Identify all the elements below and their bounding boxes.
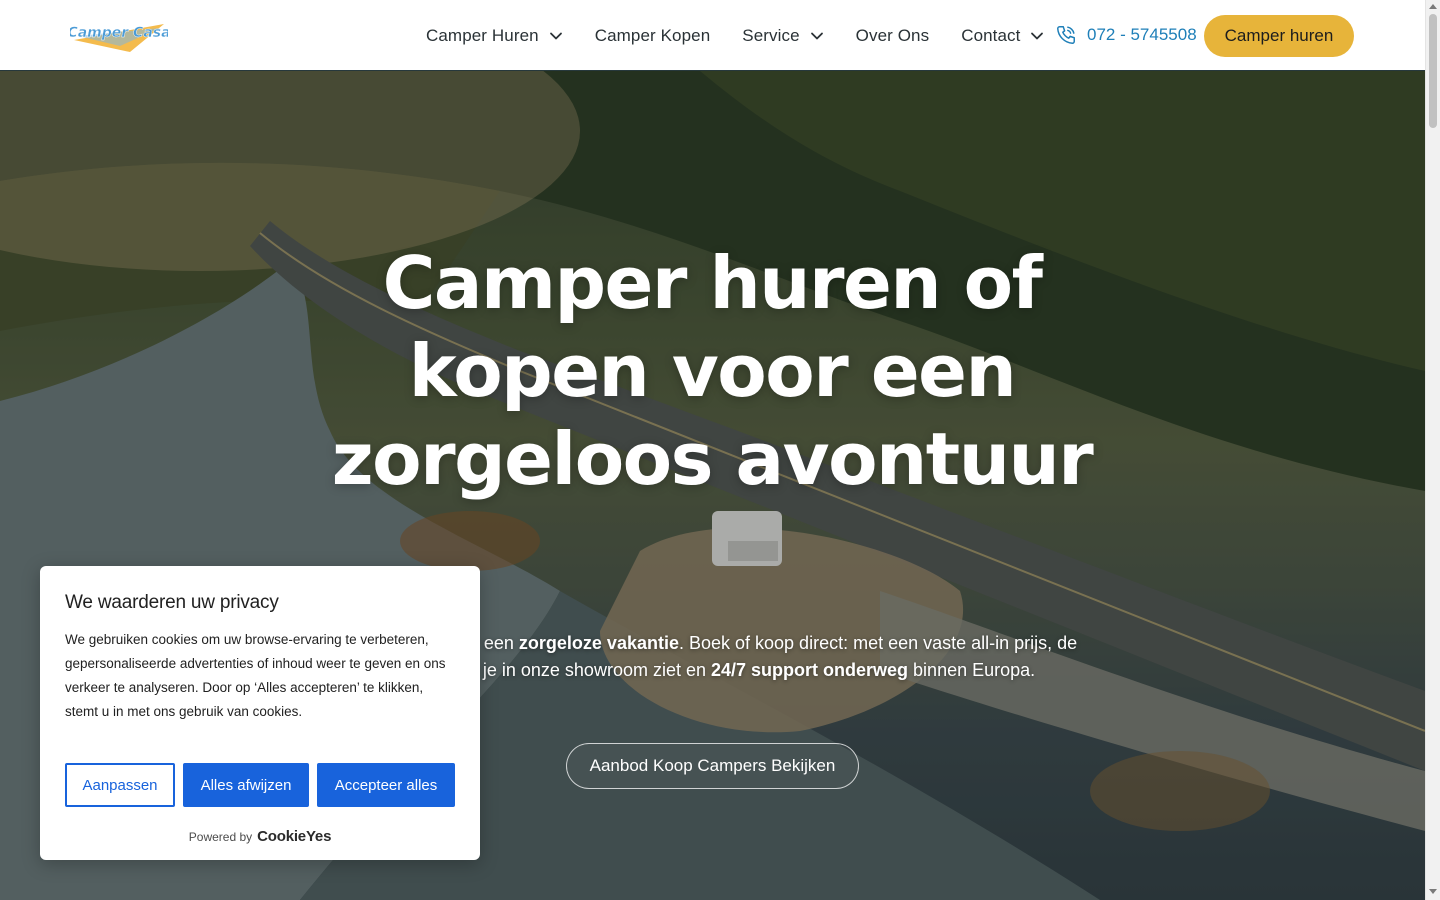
nav-label: Camper Huren — [426, 25, 539, 45]
hero-title: Camper huren of kopen voor een zorgeloos… — [312, 239, 1112, 503]
customize-cookies-button[interactable]: Aanpassen — [65, 763, 175, 807]
reject-all-cookies-button[interactable]: Alles afwijzen — [183, 763, 309, 807]
hero-title-line: Camper huren of — [382, 241, 1043, 325]
scrollbar-thumb[interactable] — [1429, 14, 1437, 128]
nav-label: Over Ons — [855, 25, 930, 45]
hero-title-line: zorgeloos avontuur — [331, 417, 1094, 501]
cookieyes-brand: CookieYes — [257, 828, 332, 845]
phone-number: 072 - 5745508 — [1087, 25, 1197, 44]
nav-item-camper-huren[interactable]: Camper Huren — [426, 26, 563, 46]
phone-link[interactable]: 072 - 5745508 — [1055, 24, 1197, 46]
powered-by-label: Powered by — [188, 829, 253, 844]
camper-casa-logo[interactable]: Camper Casa — [70, 18, 168, 52]
cookie-title: We waarderen uw privacy — [65, 592, 279, 613]
view-buy-campers-button[interactable]: Aanbod Koop Campers Bekijken — [566, 743, 859, 789]
logo-icon: Camper Casa — [70, 24, 168, 52]
scroll-down-arrow-icon[interactable] — [1429, 889, 1437, 894]
logo-text: Camper Casa — [70, 25, 168, 41]
hero-text-bold: zorgeloze vakantie — [518, 633, 679, 653]
hero-text-part: binnen Europa. — [908, 660, 1036, 680]
cookie-buttons: Aanpassen Alles afwijzen Accepteer alles — [65, 763, 455, 807]
cookie-consent-banner: We waarderen uw privacy We gebruiken coo… — [40, 566, 480, 860]
powered-by-cookieyes[interactable]: Powered by CookieYes — [40, 828, 480, 845]
accept-all-cookies-button[interactable]: Accepteer alles — [317, 763, 455, 807]
chevron-down-icon — [810, 29, 824, 43]
hero-title-line: kopen voor een — [408, 329, 1017, 413]
chevron-down-icon — [1030, 29, 1044, 43]
nav-item-over-ons[interactable]: Over Ons — [856, 26, 930, 46]
nav-label: Contact — [961, 25, 1021, 45]
chevron-down-icon — [549, 29, 563, 43]
nav-item-contact[interactable]: Contact — [961, 26, 1044, 46]
nav-item-camper-kopen[interactable]: Camper Kopen — [595, 26, 711, 46]
nav-item-service[interactable]: Service — [742, 26, 823, 46]
scroll-up-arrow-icon[interactable] — [1429, 4, 1437, 9]
main-nav: Camper Huren Camper Kopen Service Over O… — [426, 0, 1076, 71]
nav-label: Camper Kopen — [594, 25, 711, 45]
site-header: Camper Casa Camper Huren Camper Kopen Se… — [0, 0, 1425, 71]
page-scrollbar[interactable] — [1425, 0, 1440, 900]
camper-huren-button[interactable]: Camper huren — [1204, 15, 1354, 57]
cookie-description: We gebruiken cookies om uw browse-ervari… — [65, 632, 446, 719]
nav-label: Service — [742, 25, 800, 45]
phone-icon — [1055, 24, 1077, 46]
hero-text-bold: 24/7 support onderweg — [711, 660, 909, 680]
